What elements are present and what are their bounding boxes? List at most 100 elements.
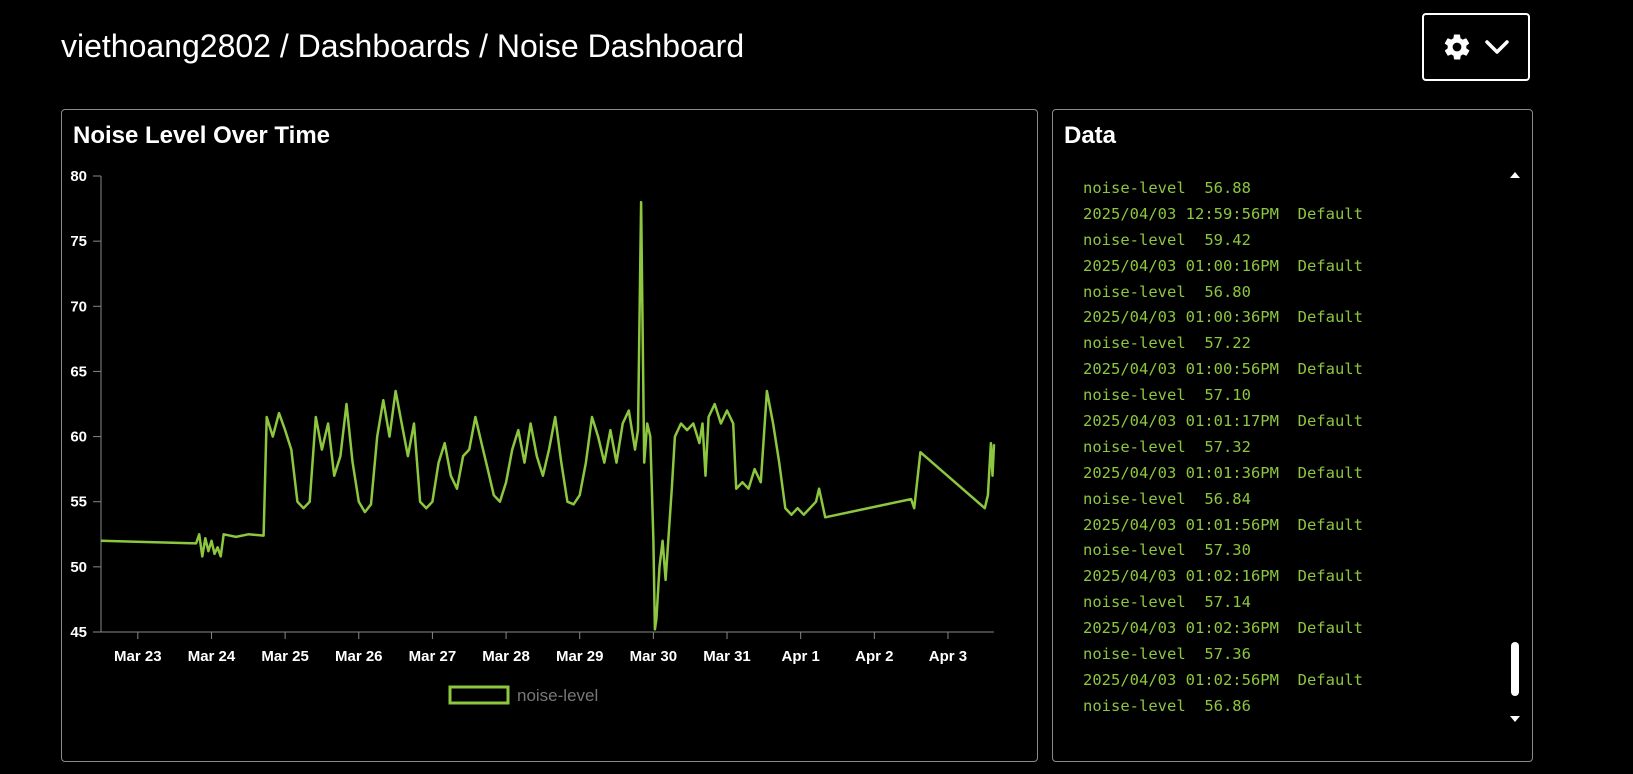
data-point bbox=[984, 507, 986, 509]
data-point bbox=[655, 618, 658, 620]
data-point bbox=[364, 511, 366, 513]
data-point bbox=[824, 516, 826, 518]
data-point bbox=[530, 422, 532, 425]
data-point bbox=[456, 488, 458, 490]
x-tick-label: Mar 29 bbox=[556, 648, 604, 665]
data-point bbox=[370, 503, 372, 505]
x-tick-label: Mar 25 bbox=[261, 648, 309, 665]
log-line: 2025/04/03 01:01:56PM Default bbox=[1083, 515, 1363, 534]
data-point bbox=[548, 449, 550, 451]
data-point bbox=[572, 503, 575, 505]
y-tick-label: 50 bbox=[70, 559, 87, 576]
data-point bbox=[468, 449, 470, 451]
breadcrumb-dashboards-link[interactable]: Dashboards bbox=[298, 28, 471, 64]
data-point bbox=[493, 494, 495, 496]
log-line: noise-level 57.14 bbox=[1083, 593, 1251, 612]
data-point bbox=[450, 475, 452, 477]
data-point bbox=[284, 429, 286, 431]
x-tick-label: Mar 24 bbox=[188, 648, 236, 665]
data-point bbox=[919, 451, 921, 453]
log-line: 2025/04/03 01:00:16PM Default bbox=[1083, 256, 1363, 275]
data-point bbox=[566, 501, 569, 503]
y-tick-label: 45 bbox=[70, 624, 87, 641]
data-point bbox=[517, 429, 519, 431]
data-point bbox=[339, 455, 341, 457]
scroll-down-arrow-icon[interactable] bbox=[1510, 716, 1520, 722]
log-line: noise-level 57.32 bbox=[1083, 437, 1251, 456]
data-point bbox=[720, 422, 722, 425]
data-point bbox=[401, 422, 403, 425]
y-tick-label: 55 bbox=[70, 494, 87, 511]
log-line: noise-level 56.86 bbox=[1083, 696, 1251, 715]
chevron-down-icon bbox=[1485, 40, 1509, 54]
log-line: noise-level 57.36 bbox=[1083, 645, 1251, 664]
scrollbar-thumb[interactable] bbox=[1511, 642, 1519, 696]
data-point bbox=[665, 579, 667, 581]
log-line: noise-level 56.80 bbox=[1083, 282, 1251, 301]
data-point bbox=[680, 422, 682, 425]
legend-label: noise-level bbox=[517, 686, 598, 705]
noise-line-chart: 45 50 55 60 65 70 75 80 Mar 23 Mar 24 Mar 25 Mar 26… bbox=[70, 168, 996, 705]
data-point bbox=[247, 533, 249, 535]
data-point bbox=[990, 442, 992, 444]
breadcrumb-user-link[interactable]: viethoang2802 bbox=[61, 28, 271, 64]
data-point bbox=[708, 416, 710, 418]
data-point bbox=[790, 514, 793, 516]
log-line: 2025/04/03 12:59:56PM Default bbox=[1083, 204, 1363, 223]
log-line: 2025/04/03 01:00:56PM Default bbox=[1083, 360, 1363, 379]
data-point bbox=[732, 422, 734, 425]
y-tick-label: 70 bbox=[70, 298, 87, 315]
data-point bbox=[910, 498, 912, 500]
data-log[interactable]: noise-level 56.88 2025/04/03 12:59:56PM D… bbox=[1083, 176, 1483, 720]
log-line: 2025/04/03 01:02:56PM Default bbox=[1083, 670, 1363, 689]
data-point bbox=[778, 462, 780, 464]
data-point bbox=[223, 533, 225, 535]
data-point bbox=[772, 422, 774, 425]
data-point bbox=[235, 536, 237, 538]
data-point bbox=[499, 501, 501, 503]
data-point bbox=[692, 422, 694, 425]
data-point bbox=[760, 481, 762, 483]
data-point bbox=[658, 566, 661, 568]
data-point bbox=[686, 429, 688, 431]
settings-dropdown-button[interactable] bbox=[1422, 13, 1530, 81]
data-point bbox=[803, 514, 805, 516]
data-point bbox=[661, 540, 664, 542]
data-point bbox=[585, 462, 587, 464]
data-point bbox=[511, 449, 513, 451]
data-point bbox=[462, 455, 464, 457]
data-point bbox=[419, 501, 421, 503]
data-point bbox=[640, 201, 642, 203]
log-line: 2025/04/03 01:00:36PM Default bbox=[1083, 308, 1363, 327]
data-scrollbar[interactable] bbox=[1509, 172, 1521, 722]
scroll-up-arrow-icon[interactable] bbox=[1510, 172, 1520, 178]
x-tick-label: Mar 31 bbox=[703, 648, 751, 665]
data-point bbox=[321, 449, 323, 451]
data-point bbox=[204, 537, 206, 539]
data-point bbox=[652, 540, 654, 542]
data-point bbox=[726, 409, 728, 412]
data-point bbox=[637, 429, 639, 431]
x-tick-label: Mar 26 bbox=[335, 648, 383, 665]
data-point bbox=[646, 422, 648, 425]
data-point bbox=[315, 416, 317, 418]
data-point bbox=[643, 462, 645, 464]
data-point bbox=[195, 542, 197, 545]
log-line: noise-level 57.30 bbox=[1083, 541, 1251, 560]
data-point bbox=[263, 534, 265, 537]
legend-swatch bbox=[448, 685, 510, 705]
breadcrumb-separator: / bbox=[270, 28, 298, 64]
data-point bbox=[413, 422, 415, 425]
data-point bbox=[536, 455, 538, 457]
data-point bbox=[487, 468, 489, 470]
log-line: noise-level 59.42 bbox=[1083, 230, 1251, 249]
data-point bbox=[766, 390, 768, 392]
data-point bbox=[352, 462, 354, 464]
data-point bbox=[201, 555, 203, 558]
data-point bbox=[735, 488, 737, 490]
data-point bbox=[309, 501, 311, 503]
data-point bbox=[698, 442, 701, 444]
data-point bbox=[198, 533, 200, 535]
log-line: noise-level 57.22 bbox=[1083, 334, 1251, 353]
data-point bbox=[210, 540, 213, 542]
